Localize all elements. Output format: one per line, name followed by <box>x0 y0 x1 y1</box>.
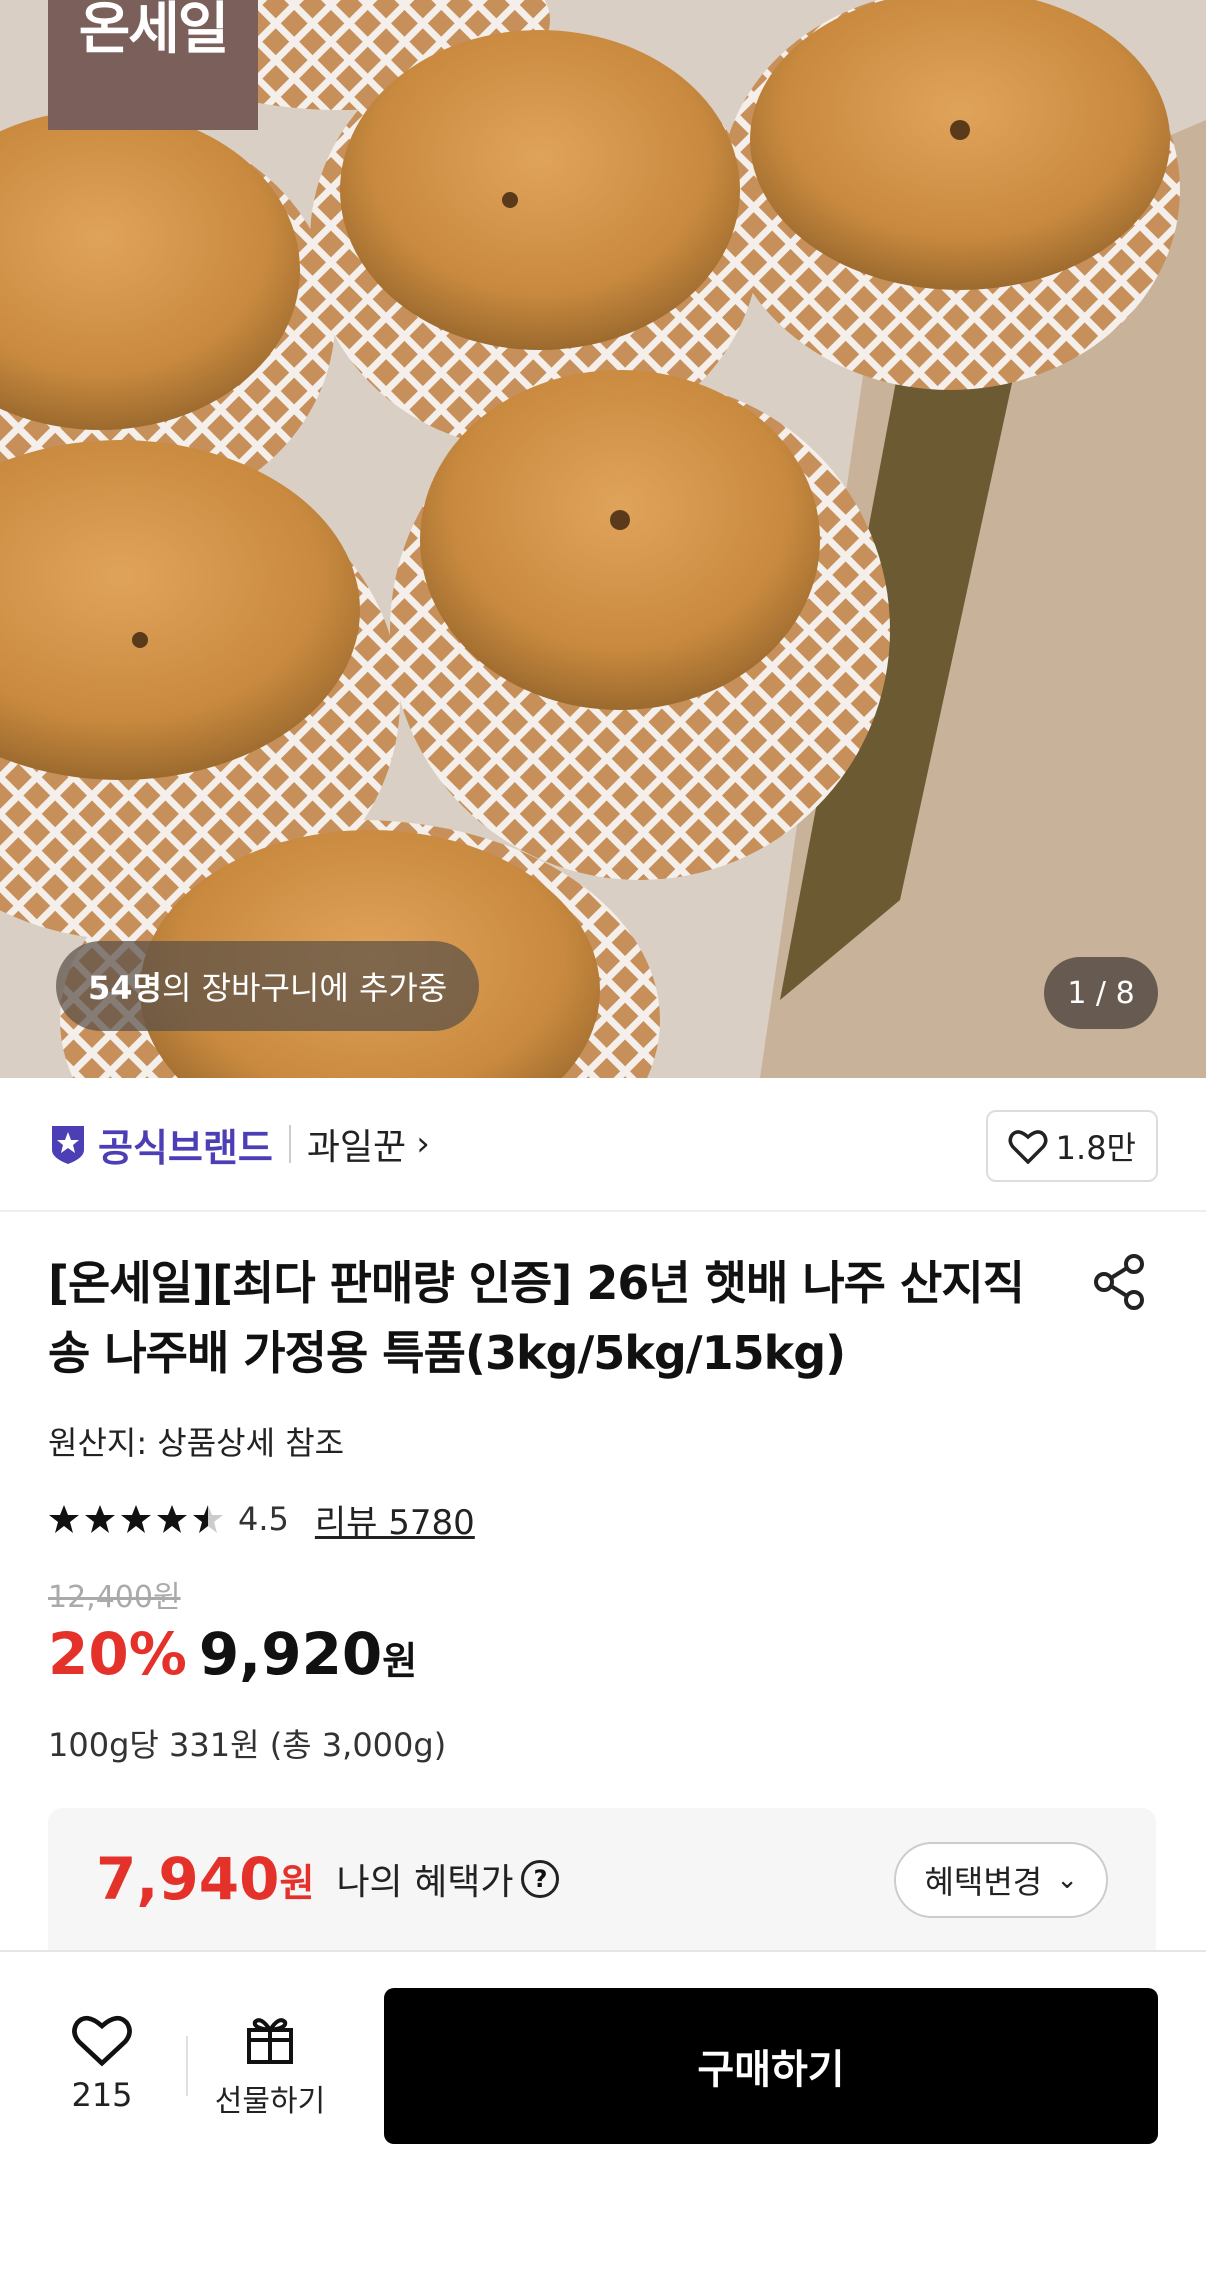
price-row: 20% 9,920 원 <box>48 1620 417 1688</box>
wishlist-count: 215 <box>71 2076 133 2114</box>
cart-activity-text: 의 장바구니에 추가중 <box>161 969 448 1007</box>
origin-info: 원산지: 상품상세 참조 <box>48 1424 345 1462</box>
star-icon <box>49 1505 79 1533</box>
gift-label: 선물하기 <box>214 2084 326 2119</box>
store-link[interactable]: 과일꾼 › <box>307 1118 430 1170</box>
cart-activity-badge: 54명 의 장바구니에 추가중 <box>56 941 480 1031</box>
divider <box>186 2036 188 2096</box>
star-icon <box>85 1505 115 1533</box>
wishlist-button[interactable]: 215 <box>50 2012 154 2114</box>
discount-rate: 20% <box>48 1620 187 1688</box>
question-circle-icon[interactable]: ? <box>521 1860 560 1898</box>
brand-like-button[interactable]: 1.8만 <box>985 1110 1158 1182</box>
star-icon <box>121 1505 151 1533</box>
benefit-change-label: 혜택변경 <box>924 1863 1043 1901</box>
sale-price: 9,920 <box>198 1620 383 1688</box>
chevron-down-icon: ⌄ <box>1056 1865 1078 1895</box>
bottom-action-bar: 215 선물하기 구매하기 <box>0 1950 1206 2281</box>
image-counter: 1 / 8 <box>1044 957 1158 1029</box>
cart-count: 54명 <box>88 969 162 1007</box>
divider <box>288 1125 291 1163</box>
price-currency: 원 <box>382 1639 418 1683</box>
original-price: 12,400원 <box>48 1580 181 1615</box>
heart-icon <box>72 2015 132 2067</box>
onsale-logo-text: 온세일 <box>78 0 230 62</box>
share-button[interactable] <box>1090 1252 1150 1312</box>
benefit-change-button[interactable]: 혜택변경 ⌄ <box>894 1842 1108 1918</box>
brand-row: 공식브랜드 과일꾼 › 1.8만 <box>0 1078 1206 1212</box>
heart-icon <box>1008 1130 1048 1164</box>
benefit-price: 7,940 <box>96 1845 280 1913</box>
store-name: 과일꾼 <box>306 1127 407 1168</box>
brand-like-count: 1.8만 <box>1055 1129 1136 1167</box>
gift-button[interactable]: 선물하기 <box>200 2012 340 2120</box>
star-rating <box>48 1503 228 1535</box>
benefit-label: 나의 혜택가 <box>336 1862 514 1903</box>
share-icon <box>1094 1254 1144 1310</box>
onsale-logo-tag: 온세일 <box>48 0 258 130</box>
official-brand-badge: 공식브랜드 <box>48 1117 273 1172</box>
official-brand-label: 공식브랜드 <box>98 1125 273 1170</box>
benefit-currency: 원 <box>279 1860 315 1905</box>
rating-score: 4.5 <box>238 1500 289 1538</box>
buy-button[interactable]: 구매하기 <box>384 1988 1158 2144</box>
gift-icon <box>247 2018 293 2064</box>
product-photo <box>0 0 1206 1078</box>
chevron-right-icon: › <box>416 1124 430 1164</box>
rating-row: 4.5 리뷰 5780 <box>48 1494 475 1544</box>
benefit-price-box: 7,940 원 나의 혜택가 ? 혜택변경 ⌄ <box>48 1808 1156 1950</box>
reviews-link[interactable]: 리뷰 5780 <box>315 1495 475 1544</box>
star-icon <box>193 1505 223 1533</box>
unit-price: 100g당 331원 (총 3,000g) <box>48 1726 447 1764</box>
product-image-carousel[interactable]: 온세일 54명 의 장바구니에 추가중 1 / 8 <box>0 0 1206 1078</box>
star-shield-icon <box>52 1126 84 1164</box>
star-icon <box>157 1505 187 1533</box>
product-title: [온세일][최다 판매량 인증] 26년 햇배 나주 산지직송 나주배 가정용 … <box>48 1256 1025 1380</box>
